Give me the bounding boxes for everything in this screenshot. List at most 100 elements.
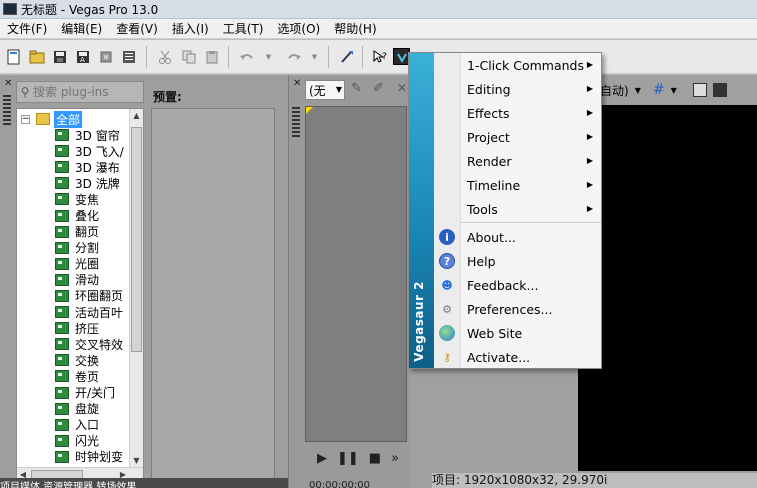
undo-icon[interactable] [238, 48, 255, 65]
paste-icon[interactable] [203, 48, 220, 65]
plugin-tree[interactable]: − 全部 3D 窗帘 3D 飞入/ 3D 瀑布 3D 洗牌 变焦 叠化 翻页 分… [16, 108, 144, 483]
save-as-icon[interactable]: A [74, 48, 91, 65]
menu-item-about[interactable]: About... [461, 225, 601, 249]
menu-options[interactable]: 选项(O) [270, 19, 327, 39]
menu-insert[interactable]: 插入(I) [165, 19, 216, 39]
list-item[interactable]: 环圈翻页 [55, 288, 124, 304]
transition-icon [55, 129, 69, 142]
cut-icon[interactable] [156, 48, 173, 65]
list-item[interactable]: 3D 窗帘 [55, 127, 124, 143]
menu-file[interactable]: 文件(F) [0, 19, 54, 39]
list-item[interactable]: 交叉特效 [55, 336, 124, 352]
trimmer-timeline[interactable] [305, 106, 407, 442]
menu-item-feedback[interactable]: Feedback... [461, 273, 601, 297]
list-item[interactable]: 叠化 [55, 207, 124, 223]
menu-item-help[interactable]: Help [461, 249, 601, 273]
menu-item-project[interactable]: Project ▶ [461, 125, 601, 149]
in-point-marker[interactable] [306, 107, 313, 114]
redo-icon[interactable] [285, 48, 302, 65]
scroll-thumb[interactable] [131, 127, 142, 352]
open-folder-icon[interactable] [28, 48, 45, 65]
menu-item-effects[interactable]: Effects ▶ [461, 101, 601, 125]
menu-item-editing[interactable]: Editing ▶ [461, 77, 601, 101]
tree-vertical-scrollbar[interactable]: ▲ ▼ [129, 109, 143, 468]
menu-item-render[interactable]: Render ▶ [461, 149, 601, 173]
transition-icon [55, 289, 69, 302]
menu-item-timeline[interactable]: Timeline ▶ [461, 173, 601, 197]
plugin-search-box[interactable]: ⚲ [16, 81, 144, 103]
transition-icon [55, 161, 69, 174]
menu-edit[interactable]: 编辑(E) [54, 19, 109, 39]
list-item[interactable]: 时钟划变 [55, 449, 124, 465]
transition-icon [55, 354, 69, 367]
transition-icon [55, 241, 69, 254]
pen-icon[interactable]: ✐ [373, 81, 384, 96]
play-icon[interactable]: ▶ [317, 451, 327, 466]
transition-icon [55, 322, 69, 335]
list-item[interactable]: 3D 洗牌 [55, 175, 124, 191]
menu-help[interactable]: 帮助(H) [327, 19, 383, 39]
preview-quality[interactable]: 自动) [600, 82, 629, 99]
menu-item-1-click-commands[interactable]: 1-Click Commands ▶ [461, 53, 601, 77]
collapse-icon[interactable]: − [21, 114, 30, 124]
trimmer-media-select[interactable]: (无 ▼ [305, 80, 345, 100]
chevron-down-icon[interactable]: ▼ [635, 86, 641, 95]
list-item[interactable]: 翻页 [55, 224, 124, 240]
menu-view[interactable]: 查看(V) [109, 19, 165, 39]
menu-item-tools[interactable]: Tools ▶ [461, 197, 601, 221]
list-item[interactable]: 变焦 [55, 191, 124, 207]
save-snapshot-icon[interactable] [712, 83, 727, 97]
save-icon[interactable] [51, 48, 68, 65]
list-item[interactable]: 入口 [55, 417, 124, 433]
chevron-down-icon[interactable]: ▼ [671, 86, 677, 95]
grid-icon[interactable]: # [653, 82, 665, 98]
scroll-up-icon[interactable]: ▲ [130, 109, 143, 123]
transition-icon [55, 338, 69, 351]
toolbar-separator [328, 46, 329, 68]
list-item[interactable]: 卷页 [55, 368, 124, 384]
undo-dropdown-icon[interactable]: ▼ [260, 48, 277, 65]
list-item[interactable]: 交换 [55, 352, 124, 368]
transition-icon [55, 434, 69, 447]
redo-dropdown-icon[interactable]: ▼ [306, 48, 323, 65]
dock-gripper[interactable] [3, 95, 11, 125]
list-item[interactable]: 分割 [55, 240, 124, 256]
trimmer-close-icon[interactable]: ✕ [293, 79, 301, 89]
new-file-icon[interactable] [5, 48, 22, 65]
menu-item-activate[interactable]: Activate... [461, 345, 601, 369]
tree-root[interactable]: − 全部 [21, 110, 83, 128]
preset-list[interactable] [151, 108, 275, 483]
menu-icon-column [434, 53, 461, 368]
list-item[interactable]: 挤压 [55, 320, 124, 336]
plugin-search-input[interactable] [33, 85, 137, 99]
list-item[interactable]: 3D 瀑布 [55, 159, 124, 175]
menu-item-preferences[interactable]: Preferences... [461, 297, 601, 321]
pause-icon[interactable]: ❚❚ [337, 451, 359, 466]
vegasaur-menu: Vegasaur 2 1-Click Commands ▶ Editing ▶ Ef… [408, 52, 602, 369]
render-icon[interactable] [97, 48, 114, 65]
copy-icon[interactable] [180, 48, 197, 65]
list-item[interactable]: 盘旋 [55, 401, 124, 417]
list-item[interactable]: 3D 飞入/ [55, 143, 124, 159]
trimmer-close-item-icon[interactable]: ✕ [397, 81, 407, 95]
chevron-down-icon: ▼ [335, 85, 342, 94]
stop-icon[interactable]: ■ [369, 451, 381, 466]
list-item[interactable]: 光圈 [55, 256, 124, 272]
trimmer-gripper[interactable] [292, 107, 300, 137]
whats-this-help-icon[interactable]: ? [371, 48, 388, 65]
list-item[interactable]: 滑动 [55, 272, 124, 288]
more-icon[interactable]: » [391, 451, 399, 466]
scroll-down-icon[interactable]: ▼ [130, 454, 143, 468]
brush-icon[interactable] [338, 48, 355, 65]
copy-snapshot-icon[interactable] [692, 83, 707, 97]
window-docking-tabs[interactable]: 项目媒体 资源管理器 转场效果 [0, 478, 290, 488]
list-item[interactable]: 开/关门 [55, 385, 124, 401]
menu-tools[interactable]: 工具(T) [216, 19, 271, 39]
edit-icon[interactable]: ✎ [351, 81, 362, 96]
toolbar-separator [146, 46, 147, 68]
toolbar-separator [362, 46, 363, 68]
list-item[interactable]: 活动百叶 [55, 304, 124, 320]
list-item[interactable]: 闪光 [55, 433, 124, 449]
properties-icon[interactable] [120, 48, 137, 65]
menu-item-web-site[interactable]: Web Site [461, 321, 601, 345]
